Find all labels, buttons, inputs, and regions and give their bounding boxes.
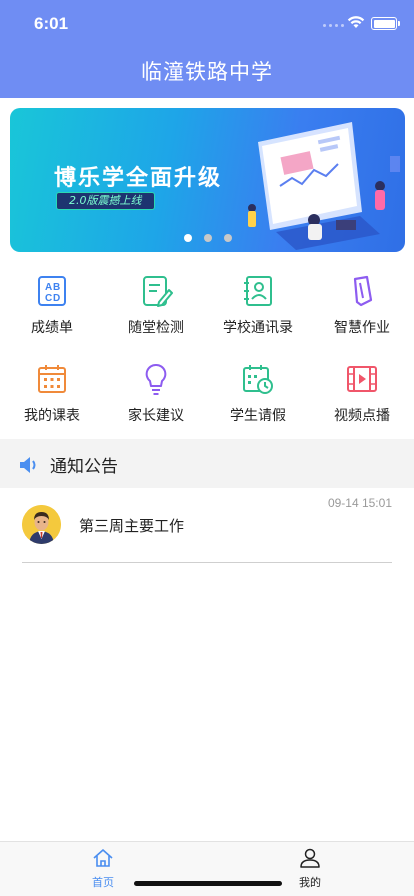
home-icon [93,849,113,867]
banner-dot-3[interactable] [224,234,232,242]
banner-subtitle: 2.0版震撼上线 [56,192,155,210]
grid-item-video-on-demand[interactable]: 视频点播 [310,362,414,425]
tab-home-label: 首页 [92,876,114,889]
lightbulb-icon [145,363,167,395]
wifi-icon [347,16,365,28]
banner-dot-1[interactable] [184,234,192,242]
svg-text:D: D [53,293,60,304]
bottom-tab-bar: 首页 我的 [0,841,414,896]
grid-item-label: 家长建议 [128,408,184,424]
home-indicator[interactable] [134,881,282,886]
avatar [22,505,61,544]
leave-calendar-icon [243,365,273,394]
cellular-signal-icon [323,24,344,27]
user-icon [300,848,320,868]
speaker-icon [20,456,36,473]
notice-title: 第三周主要工作 [79,517,185,535]
grid-item-contacts[interactable]: 学校通讯录 [206,274,310,337]
banner-pagination[interactable] [184,234,232,242]
status-time: 6:01 [34,14,69,33]
tab-me[interactable]: 我的 [280,848,340,890]
grid-item-label: 学校通讯录 [223,320,293,336]
grid-item-label: 随堂检测 [128,320,184,336]
battery-icon [371,17,400,30]
grid-item-timetable[interactable]: 我的课表 [0,362,104,425]
page-title: 临潼铁路中学 [141,60,273,84]
homework-icon [353,275,373,307]
notice-heading-label: 通知公告 [50,457,118,477]
grid-item-label: 智慧作业 [334,320,390,336]
grid-item-label: 学生请假 [230,408,286,424]
banner-title: 博乐学全面升级 [54,166,223,191]
edit-doc-icon [143,276,173,307]
grid-item-report-card[interactable]: A B C D 成绩单 [0,274,104,337]
svg-text:C: C [45,293,52,304]
contact-book-icon [244,276,272,306]
grid-item-homework[interactable]: 智慧作业 [310,274,414,337]
notice-list-item[interactable]: 09-14 15:01 第三周主要工作 [22,494,392,563]
promo-banner[interactable]: 博乐学全面升级 2.0版震撼上线 [10,108,405,252]
grid-item-label: 成绩单 [31,320,73,336]
abcd-icon: A B C D [38,276,66,306]
grid-item-label: 视频点播 [334,408,390,424]
banner-dot-2[interactable] [204,234,212,242]
app-header: 6:01 临潼铁路中学 [0,0,414,98]
notice-heading: 通知公告 [18,452,118,477]
video-icon [347,366,377,392]
grid-item-label: 我的课表 [24,408,80,424]
grid-item-class-test[interactable]: 随堂检测 [104,274,208,337]
tab-me-label: 我的 [299,876,321,889]
banner-illustration [248,122,400,250]
grid-item-leave-request[interactable]: 学生请假 [206,362,310,425]
calendar-icon [38,365,66,393]
status-bar: 6:01 [0,0,414,48]
grid-item-parent-suggestion[interactable]: 家长建议 [104,362,208,425]
svg-text:A: A [45,282,52,293]
svg-text:B: B [53,282,60,293]
tab-home[interactable]: 首页 [73,848,133,890]
notice-time: 09-14 15:01 [327,496,392,510]
